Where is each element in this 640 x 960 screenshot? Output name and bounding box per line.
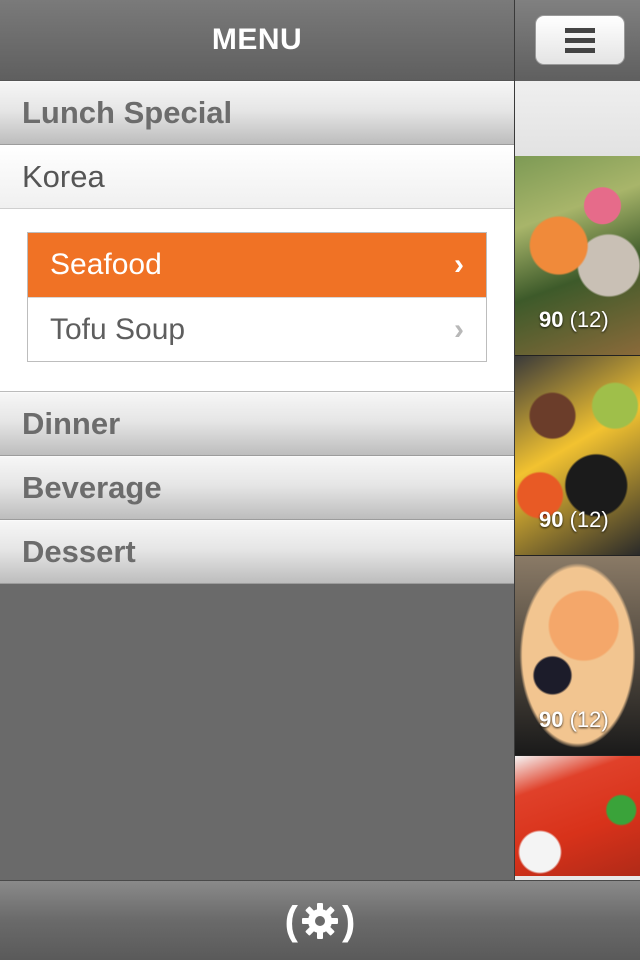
section-beverage[interactable]: Beverage <box>0 456 514 520</box>
hamburger-line <box>565 47 595 53</box>
subsection-korea[interactable]: Korea <box>0 145 514 209</box>
menu-item-label: Seafood <box>50 248 162 281</box>
section-label: Beverage <box>22 470 162 505</box>
bottom-toolbar: ( ) <box>0 880 640 960</box>
section-lunch-special[interactable]: Lunch Special <box>0 81 514 145</box>
hamburger-menu-button[interactable] <box>535 15 625 65</box>
settings-button[interactable]: ( ) <box>285 901 356 941</box>
chevron-right-icon: › <box>454 248 464 281</box>
subsection-label: Korea <box>22 158 105 194</box>
preview-topbar <box>515 0 640 81</box>
hamburger-line <box>565 27 595 33</box>
food-thumbnail-tofu-soup[interactable]: 90 (12) <box>515 556 640 756</box>
paren-left: ( <box>284 898 298 943</box>
preview-subheader <box>515 81 640 156</box>
rating-caption: 90 (12) <box>539 707 609 732</box>
chevron-right-icon: › <box>454 312 464 346</box>
menu-panel: MENU Lunch Special Korea Seafood › Tofu … <box>0 0 514 880</box>
section-label: Dinner <box>22 406 121 441</box>
menu-item-tofu-soup[interactable]: Tofu Soup › <box>28 297 486 361</box>
food-thumbnail-seafood[interactable]: 90 (12) <box>515 156 640 356</box>
section-dinner[interactable]: Dinner <box>0 392 514 456</box>
rating-caption: 90 (12) <box>539 307 609 332</box>
food-thumbnail-bibimbap[interactable]: 90 (12) <box>515 356 640 556</box>
gear-icon <box>302 902 338 939</box>
menu-item-seafood[interactable]: Seafood › <box>28 233 486 297</box>
food-thumbnail-spicy-dish[interactable] <box>515 756 640 876</box>
content-preview: 90 (12) 90 (12) 90 (12) <box>514 0 640 880</box>
hamburger-line <box>565 37 595 43</box>
page-title: MENU <box>211 23 303 56</box>
menu-header: MENU <box>0 0 514 81</box>
paren-right: ) <box>342 898 356 943</box>
menu-item-label: Tofu Soup <box>50 312 186 346</box>
menu-items-wrap: Seafood › Tofu Soup › <box>0 209 514 392</box>
menu-items-list: Seafood › Tofu Soup › <box>27 232 487 362</box>
section-label: Dessert <box>22 534 136 569</box>
section-dessert[interactable]: Dessert <box>0 520 514 584</box>
rating-caption: 90 (12) <box>539 507 609 532</box>
section-label: Lunch Special <box>22 95 233 130</box>
